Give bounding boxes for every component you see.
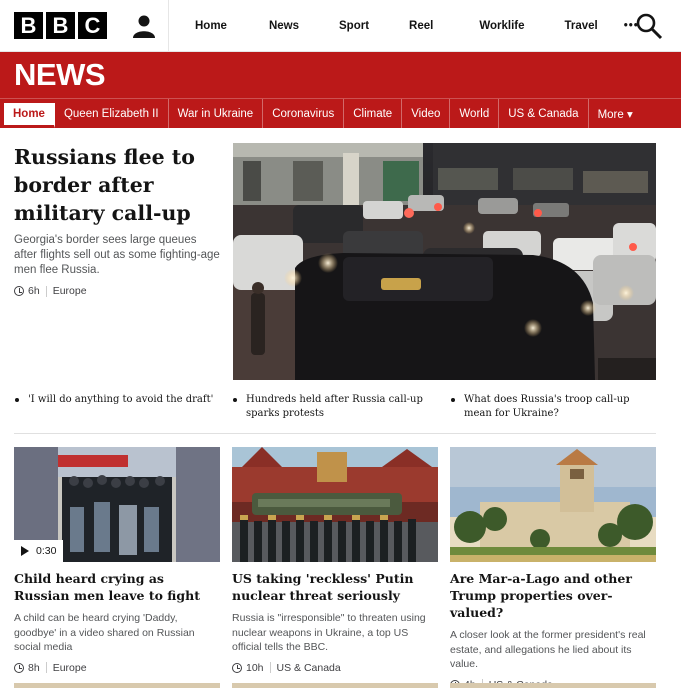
subnav-home[interactable]: Home <box>4 103 55 128</box>
clock-icon <box>232 662 242 673</box>
subnav-coronavirus[interactable]: Coronavirus <box>263 99 345 128</box>
video-duration: 0:30 <box>36 545 57 557</box>
story-summary: Russia is "irresponsible" to threaten us… <box>232 612 426 653</box>
story-image[interactable] <box>232 447 438 562</box>
story-meta: 8h Europe <box>14 662 220 674</box>
story-headline[interactable]: Are Mar-a-Lago and other Trump propertie… <box>450 570 656 621</box>
story-image-partial[interactable] <box>450 683 656 688</box>
story-headline[interactable]: Child heard crying as Russian men leave … <box>14 570 220 604</box>
related-links: 'I will do anything to avoid the draft' … <box>14 393 656 421</box>
lead-summary: Georgia's border sees large queues after… <box>14 234 220 276</box>
nav-reel[interactable]: Reel <box>409 0 433 51</box>
story-summary: A child can be heard crying 'Daddy, good… <box>14 612 195 653</box>
nav-sport[interactable]: Sport <box>339 0 369 51</box>
play-icon <box>21 546 29 556</box>
story-timestamp: 8h <box>28 661 40 674</box>
subnav-war-in-ukraine[interactable]: War in Ukraine <box>169 99 264 128</box>
story-timestamp: 10h <box>246 661 264 674</box>
story-card: Are Mar-a-Lago and other Trump propertie… <box>450 447 656 688</box>
lead-headline[interactable]: Russians flee to border after military c… <box>14 143 220 227</box>
story-image[interactable] <box>450 447 656 562</box>
video-duration-badge[interactable]: 0:30 <box>14 540 64 562</box>
user-icon <box>132 15 155 38</box>
search-icon[interactable] <box>635 12 663 40</box>
bbc-logo-letter: C <box>78 12 107 39</box>
story-image[interactable]: 0:30 <box>14 447 220 562</box>
nav-travel[interactable]: Travel <box>565 0 598 51</box>
related-link[interactable]: What does Russia's troop call-up mean fo… <box>450 393 656 421</box>
next-row-images <box>14 683 656 688</box>
bbc-logo[interactable]: B B C <box>14 12 107 39</box>
lead-section-link[interactable]: Europe <box>53 285 87 297</box>
nav-worklife[interactable]: Worklife <box>479 0 524 51</box>
story-image-partial[interactable] <box>14 683 220 688</box>
account-button[interactable] <box>119 0 169 52</box>
global-nav-links: Home News Sport Reel Worklife Travel ••• <box>169 0 639 51</box>
subnav-video[interactable]: Video <box>402 99 451 128</box>
story-summary: A closer look at the former president's … <box>450 629 646 670</box>
related-link[interactable]: Hundreds held after Russia call-up spark… <box>232 393 450 421</box>
news-logo[interactable]: NEWS <box>14 57 106 93</box>
related-link[interactable]: 'I will do anything to avoid the draft' <box>14 393 232 421</box>
story-card: US taking 'reckless' Putin nuclear threa… <box>232 447 438 674</box>
subnav-world[interactable]: World <box>450 99 500 128</box>
subnav-more[interactable]: More ▾ <box>589 99 642 128</box>
clock-icon <box>14 662 24 673</box>
lead-story: Russians flee to border after military c… <box>14 143 220 297</box>
story-section-link[interactable]: US & Canada <box>277 662 341 674</box>
lead-story-image[interactable] <box>233 143 656 380</box>
news-banner: NEWS <box>0 52 681 98</box>
clock-icon <box>14 286 24 296</box>
story-headline[interactable]: US taking 'reckless' Putin nuclear threa… <box>232 570 438 604</box>
lead-meta: 6h Europe <box>14 285 220 297</box>
global-navigation: B B C Home News Sport Reel Worklife Trav… <box>0 0 681 52</box>
story-card: 0:30 Child heard crying as Russian men l… <box>14 447 220 674</box>
subnav-us-canada[interactable]: US & Canada <box>499 99 589 128</box>
subnav-climate[interactable]: Climate <box>344 99 403 128</box>
section-divider <box>14 433 656 434</box>
lead-timestamp: 6h <box>28 285 40 297</box>
bbc-logo-letter: B <box>46 12 75 39</box>
story-section-link[interactable]: Europe <box>53 662 87 674</box>
story-image-partial[interactable] <box>232 683 438 688</box>
bbc-logo-letter: B <box>14 12 43 39</box>
nav-news[interactable]: News <box>269 0 299 51</box>
nav-home[interactable]: Home <box>195 0 227 51</box>
story-meta: 10h US & Canada <box>232 662 438 674</box>
news-subnav: Home Queen Elizabeth II War in Ukraine C… <box>0 98 681 128</box>
subnav-queen-elizabeth[interactable]: Queen Elizabeth II <box>55 99 169 128</box>
